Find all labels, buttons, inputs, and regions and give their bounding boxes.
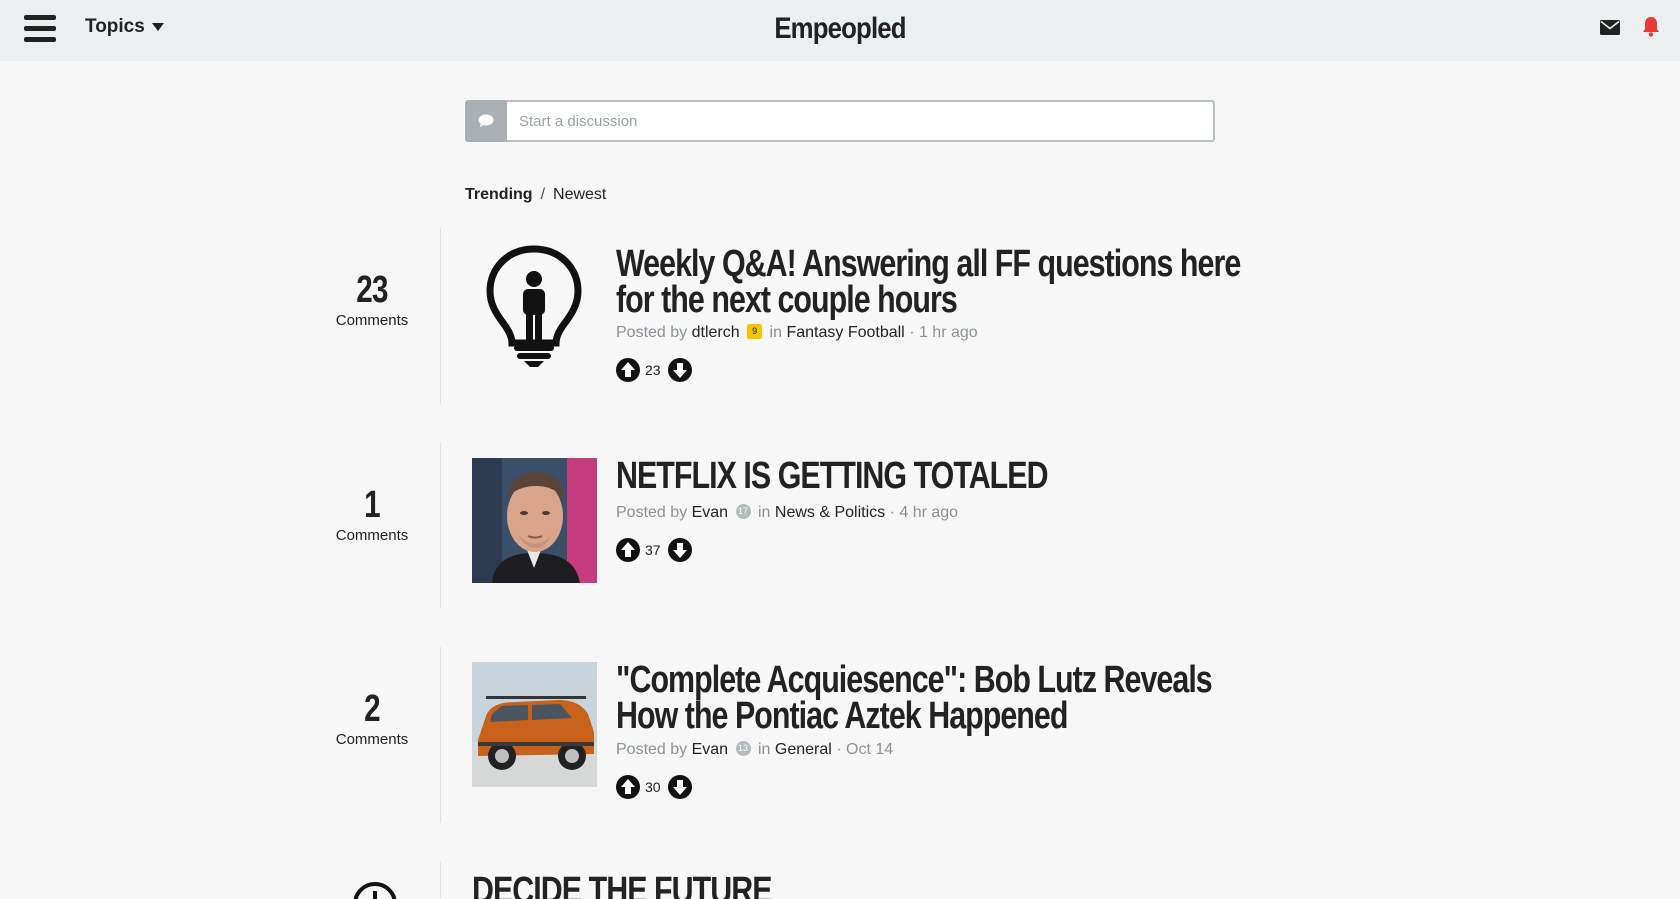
author-badge: 13 xyxy=(735,741,751,757)
vote-controls: 37 xyxy=(616,538,692,562)
lightbulb-person-icon[interactable] xyxy=(472,243,597,368)
post-time: · 1 hr ago xyxy=(909,324,978,341)
envelope-icon[interactable] xyxy=(1600,20,1620,35)
in-text: in xyxy=(757,504,771,521)
divider xyxy=(440,647,441,823)
tab-newest[interactable]: Newest xyxy=(553,186,606,204)
vote-score: 37 xyxy=(645,542,661,558)
posted-by-text: Posted by xyxy=(616,504,688,521)
comment-count-number: 23 xyxy=(356,269,388,311)
post-title[interactable]: DECIDE THE FUTURE xyxy=(472,872,1128,899)
comment-count[interactable]: 1 Comments xyxy=(312,485,432,544)
comment-count[interactable]: 23 Comments xyxy=(312,270,432,329)
in-text: in xyxy=(757,741,771,758)
topic-link[interactable]: General xyxy=(775,741,832,758)
brand-text[interactable]: Empeopled xyxy=(774,12,906,45)
start-discussion-input[interactable] xyxy=(507,100,1215,142)
posted-by-text: Posted by xyxy=(616,324,688,341)
speech-bubble-icon xyxy=(465,100,507,142)
brand-logo: Empeopled xyxy=(118,12,1563,46)
post-time: · 4 hr ago xyxy=(889,504,959,521)
topics-label: Topics xyxy=(85,16,145,37)
vote-controls: 30 xyxy=(616,775,692,799)
comment-count-number: 1 xyxy=(364,484,380,526)
post-meta: Posted by Evan 17 in News & Politics · 4… xyxy=(616,504,958,522)
post-icon xyxy=(353,882,397,899)
comment-count[interactable]: 2 Comments xyxy=(312,689,432,748)
sort-tabs: Trending / Newest xyxy=(465,186,606,204)
post-time: · Oct 14 xyxy=(836,741,894,758)
author-badge: 9 xyxy=(747,324,763,340)
comment-count-label: Comments xyxy=(335,312,409,329)
divider xyxy=(440,861,441,899)
vote-score: 30 xyxy=(645,779,661,795)
caret-down-icon xyxy=(151,23,164,31)
upvote-arrow-icon[interactable] xyxy=(616,538,640,562)
divider xyxy=(440,443,441,608)
author-link[interactable]: dtlerch xyxy=(692,324,740,341)
comment-count-label: Comments xyxy=(335,527,409,544)
downvote-arrow-icon[interactable] xyxy=(667,538,692,562)
post-title[interactable]: NETFLIX IS GETTING TOTALED xyxy=(616,457,1272,495)
post-meta: Posted by dtlerch 9 in Fantasy Football … xyxy=(616,324,978,342)
hamburger-icon[interactable] xyxy=(24,15,56,43)
tab-separator: / xyxy=(540,186,546,203)
orange-suv-photo[interactable] xyxy=(472,662,597,787)
vote-score: 23 xyxy=(645,362,661,378)
upvote-arrow-icon[interactable] xyxy=(616,775,640,799)
upvote-arrow-icon[interactable] xyxy=(616,358,640,382)
topic-link[interactable]: News & Politics xyxy=(775,504,885,521)
author-link[interactable]: Evan xyxy=(692,504,728,521)
top-navbar: Topics Empeopled xyxy=(0,0,1680,61)
topics-dropdown[interactable]: Topics xyxy=(85,16,164,38)
man-portrait-photo[interactable] xyxy=(472,458,597,583)
comment-count-number: 2 xyxy=(364,688,380,730)
in-text: in xyxy=(769,324,782,341)
divider xyxy=(440,228,441,404)
comment-count-label: Comments xyxy=(335,731,409,748)
topic-link[interactable]: Fantasy Football xyxy=(786,324,904,341)
posted-by-text: Posted by xyxy=(616,741,688,758)
author-badge: 17 xyxy=(735,504,751,520)
tab-trending[interactable]: Trending xyxy=(465,186,533,204)
start-discussion-bar xyxy=(465,100,1215,142)
post-title[interactable]: Weekly Q&A! Answering all FF questions h… xyxy=(616,245,1272,319)
post-title[interactable]: "Complete Acquiesence": Bob Lutz Reveals… xyxy=(616,661,1272,735)
vote-controls: 23 xyxy=(616,358,692,382)
downvote-arrow-icon[interactable] xyxy=(667,775,692,799)
author-link[interactable]: Evan xyxy=(692,741,728,758)
downvote-arrow-icon[interactable] xyxy=(667,358,692,382)
post-meta: Posted by Evan 13 in General · Oct 14 xyxy=(616,741,893,759)
bell-icon[interactable] xyxy=(1642,16,1660,37)
